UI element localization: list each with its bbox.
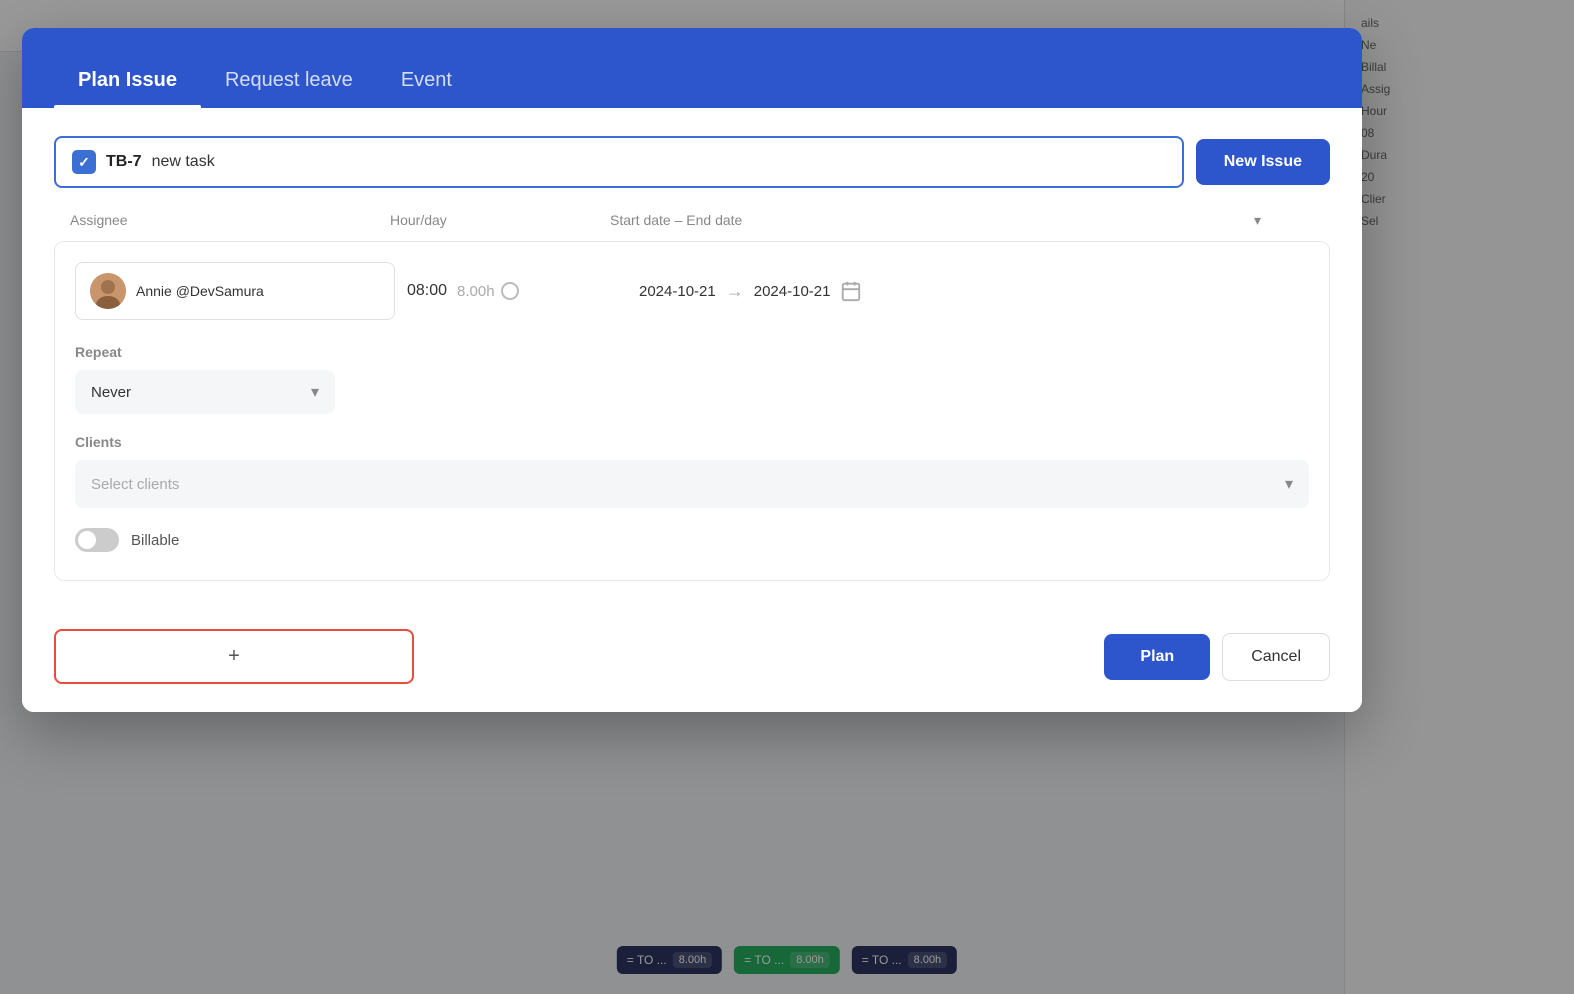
repeat-value: Never <box>91 384 131 401</box>
issue-row: TB-7 new task New Issue <box>54 136 1330 188</box>
tab-request-leave[interactable]: Request leave <box>201 28 377 108</box>
col-header-hour: Hour/day <box>390 212 610 229</box>
issue-checkbox[interactable] <box>72 150 96 174</box>
tab-plan-issue[interactable]: Plan Issue <box>54 28 201 108</box>
billable-toggle[interactable] <box>75 528 119 552</box>
issue-input-wrapper[interactable]: TB-7 new task <box>54 136 1184 188</box>
start-time: 08:00 <box>407 282 447 300</box>
column-headers: Assignee Hour/day Start date – End date … <box>54 212 1330 229</box>
plan-issue-modal: Plan Issue Request leave Event TB-7 new … <box>22 28 1362 712</box>
arrow-right-icon: → <box>726 281 744 302</box>
col-header-expand[interactable]: ▾ <box>1254 212 1314 229</box>
plan-button[interactable]: Plan <box>1104 634 1210 680</box>
duration-value: 8.00h <box>457 282 519 300</box>
col-header-dates: Start date – End date <box>610 212 1254 229</box>
start-date: 2024-10-21 <box>639 283 716 300</box>
modal-header: Plan Issue Request leave Event <box>22 28 1362 108</box>
issue-title: new task <box>152 153 215 171</box>
modal-footer: + Plan Cancel <box>22 609 1362 712</box>
tab-event[interactable]: Event <box>377 28 476 108</box>
avatar <box>90 273 126 309</box>
clients-chevron-icon: ▾ <box>1285 474 1293 494</box>
billable-label: Billable <box>131 532 179 549</box>
col-header-assignee: Assignee <box>70 212 390 229</box>
date-range[interactable]: 2024-10-21 → 2024-10-21 <box>639 280 1309 302</box>
calendar-icon[interactable] <box>840 280 862 302</box>
assignee-row: Annie @DevSamura 08:00 8.00h 2024-10-21 … <box>75 262 1309 320</box>
billable-row: Billable <box>75 528 1309 552</box>
add-assignee-button[interactable]: + <box>54 629 414 684</box>
repeat-label: Repeat <box>75 344 1309 360</box>
clients-select[interactable]: Select clients ▾ <box>75 460 1309 508</box>
end-date: 2024-10-21 <box>754 283 831 300</box>
modal-body: TB-7 new task New Issue Assignee Hour/da… <box>22 108 1362 609</box>
time-input[interactable]: 08:00 8.00h <box>407 282 627 300</box>
new-issue-button[interactable]: New Issue <box>1196 139 1330 185</box>
repeat-chevron-icon: ▾ <box>311 382 319 402</box>
clients-placeholder: Select clients <box>91 476 179 493</box>
assignee-card: Annie @DevSamura 08:00 8.00h 2024-10-21 … <box>54 241 1330 581</box>
chevron-down-icon: ▾ <box>1254 212 1261 228</box>
clock-icon <box>501 282 519 300</box>
repeat-section: Repeat Never ▾ <box>75 344 1309 414</box>
repeat-select[interactable]: Never ▾ <box>75 370 335 414</box>
assignee-info[interactable]: Annie @DevSamura <box>75 262 395 320</box>
clients-label: Clients <box>75 434 1309 450</box>
clients-section: Clients Select clients ▾ <box>75 434 1309 508</box>
footer-actions: Plan Cancel <box>1104 633 1330 681</box>
cancel-button[interactable]: Cancel <box>1222 633 1330 681</box>
issue-id: TB-7 <box>106 153 142 171</box>
assignee-name: Annie @DevSamura <box>136 283 264 299</box>
